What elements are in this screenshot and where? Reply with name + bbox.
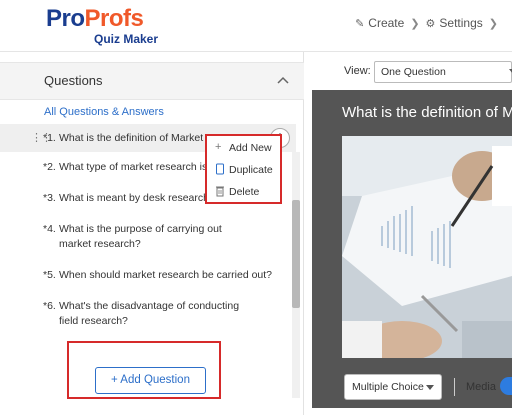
proprofs-logo[interactable]: ProProfs Quiz Maker (46, 5, 159, 47)
question-number: *2. (43, 161, 56, 173)
logo-text-profs: Profs (84, 5, 144, 32)
scrollbar-thumb[interactable] (292, 200, 300, 308)
question-type-select[interactable]: Multiple Choice (344, 374, 442, 400)
menu-item-add-new[interactable]: + Add New (207, 138, 280, 158)
trash-icon (216, 186, 224, 197)
questions-panel-title: Questions (44, 73, 103, 88)
question-item-6[interactable]: *6. What's the disadvantage of conductin… (0, 299, 296, 331)
question-item-4[interactable]: *4. What is the purpose of carrying out … (0, 222, 296, 254)
question-number: *3. (43, 192, 56, 204)
menu-item-delete[interactable]: Delete (207, 182, 280, 202)
view-select-value: One Question (381, 66, 446, 78)
gear-icon: ⚙ (425, 17, 436, 30)
question-number: *4. (43, 223, 56, 235)
logo-subtitle: Quiz Maker (94, 32, 159, 46)
question-text: What is the purpose of carrying out mark… (59, 223, 222, 250)
chevron-right-icon: ❯ (410, 17, 420, 30)
question-editor-panel: View: One Question What is the definitio… (312, 52, 512, 415)
nav-settings-label: Settings (439, 16, 483, 30)
question-number: *1. (43, 132, 56, 144)
chevron-up-icon[interactable] (276, 73, 290, 87)
divider (454, 378, 455, 396)
question-number: *5. (43, 269, 56, 281)
menu-item-label: Delete (229, 186, 260, 198)
media-label: Media (466, 381, 496, 393)
add-question-button[interactable]: + Add Question (95, 367, 206, 394)
question-type-value: Multiple Choice (352, 381, 424, 393)
menu-item-duplicate[interactable]: Duplicate (207, 160, 280, 180)
question-context-menu: + Add New Duplicate Delete (205, 134, 282, 204)
all-questions-link[interactable]: All Questions & Answers (44, 106, 164, 118)
top-nav: ✎ Create ❯ ⚙ Settings ❯ (355, 16, 504, 30)
questions-panel-header[interactable]: Questions (0, 62, 304, 100)
nav-create[interactable]: ✎ Create (355, 16, 404, 30)
media-toggle[interactable] (500, 377, 512, 395)
nav-settings[interactable]: ⚙ Settings (426, 16, 483, 30)
logo-text-pro: Pro (46, 5, 85, 32)
question-text: What's the disadvantage of conducting fi… (59, 300, 240, 327)
question-item-5[interactable]: *5. When should market research be carri… (0, 268, 296, 284)
app-header: ProProfs Quiz Maker ✎ Create ❯ ⚙ Setting… (0, 0, 512, 52)
pencil-icon: ✎ (355, 17, 365, 30)
chevron-down-icon (426, 385, 434, 390)
nav-create-label: Create (368, 16, 405, 30)
question-preview: What is the definition of M (312, 90, 512, 408)
copy-icon (216, 163, 224, 175)
view-label: View: (344, 65, 371, 77)
menu-item-label: Add New (229, 142, 272, 154)
plus-icon: + (215, 141, 222, 153)
question-number: *6. (43, 300, 56, 312)
question-text: When should market research be carried o… (59, 269, 273, 281)
question-text: What is the definition of Market Re (59, 132, 209, 144)
menu-item-label: Duplicate (229, 164, 273, 176)
drag-handle-icon[interactable]: ⋮⋮ (31, 131, 52, 146)
view-select[interactable]: One Question (374, 61, 512, 83)
preview-question-title: What is the definition of M (342, 104, 512, 121)
chevron-right-icon: ❯ (488, 17, 498, 30)
question-image (342, 136, 512, 358)
